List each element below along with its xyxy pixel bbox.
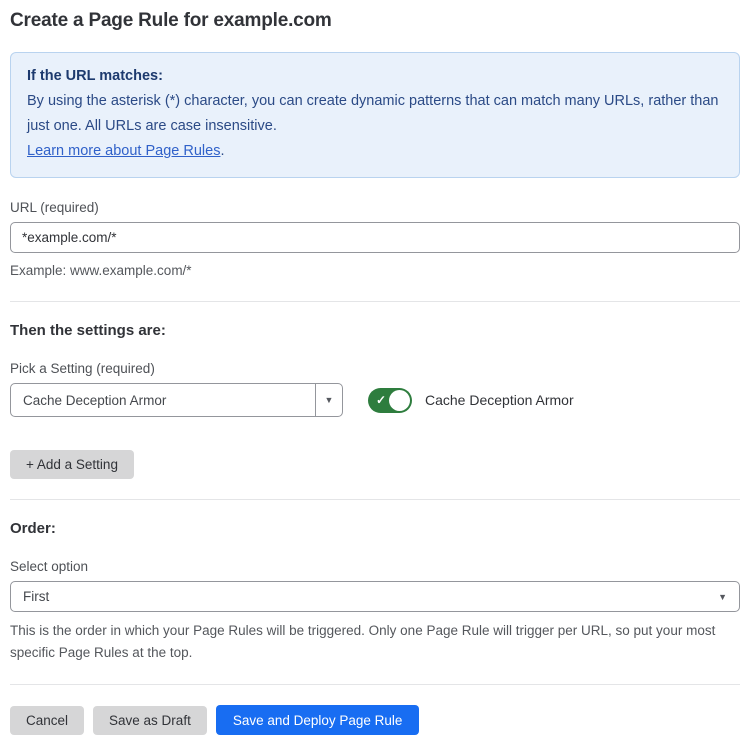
- order-select-label: Select option: [10, 559, 740, 575]
- toggle-knob: [389, 390, 410, 411]
- chevron-down-icon: ▼: [718, 592, 727, 602]
- setting-toggle[interactable]: ✓: [368, 388, 412, 413]
- setting-row: Cache Deception Armor ▼ ✓ Cache Deceptio…: [10, 383, 740, 417]
- info-box-text: By using the asterisk (*) character, you…: [27, 93, 719, 134]
- add-setting-row: + Add a Setting: [10, 450, 740, 479]
- page-title: Create a Page Rule for example.com: [10, 10, 740, 32]
- order-section-heading: Order:: [10, 520, 740, 537]
- chevron-down-icon: ▼: [325, 395, 334, 405]
- url-label: URL (required): [10, 200, 740, 216]
- divider: [10, 301, 740, 302]
- divider: [10, 499, 740, 500]
- info-box-heading: If the URL matches:: [27, 64, 723, 89]
- order-helper-text: This is the order in which your Page Rul…: [10, 620, 723, 664]
- cancel-button[interactable]: Cancel: [10, 706, 84, 735]
- save-and-deploy-button[interactable]: Save and Deploy Page Rule: [216, 705, 420, 735]
- add-setting-button[interactable]: + Add a Setting: [10, 450, 134, 479]
- divider: [10, 684, 740, 685]
- order-select-value: First: [23, 589, 49, 604]
- pick-setting-label: Pick a Setting (required): [10, 361, 740, 377]
- create-page-rule-form: Create a Page Rule for example.com If th…: [0, 0, 750, 751]
- order-select[interactable]: First ▼: [10, 581, 740, 612]
- check-icon: ✓: [376, 394, 386, 406]
- footer-actions: Cancel Save as Draft Save and Deploy Pag…: [10, 705, 740, 735]
- url-input[interactable]: [10, 222, 740, 253]
- link-suffix: .: [220, 143, 224, 159]
- setting-select-value: Cache Deception Armor: [11, 393, 315, 408]
- settings-section-heading: Then the settings are:: [10, 322, 740, 339]
- caret-cell: ▼: [315, 384, 342, 416]
- url-match-info-box: If the URL matches: By using the asteris…: [10, 52, 740, 178]
- learn-more-link[interactable]: Learn more about Page Rules: [27, 143, 220, 159]
- info-box-body: By using the asterisk (*) character, you…: [27, 89, 723, 164]
- url-helper-text: Example: www.example.com/*: [10, 260, 740, 281]
- save-as-draft-button[interactable]: Save as Draft: [93, 706, 207, 735]
- setting-select[interactable]: Cache Deception Armor ▼: [10, 383, 343, 417]
- toggle-label: Cache Deception Armor: [425, 392, 574, 408]
